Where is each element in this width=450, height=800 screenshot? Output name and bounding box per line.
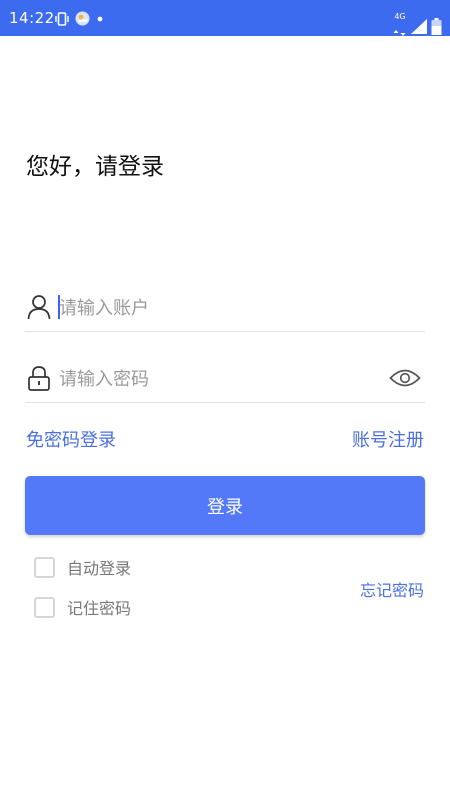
remember-password-option[interactable]: 记住密码 — [34, 595, 131, 619]
data-arrows-icon — [393, 30, 406, 36]
forgot-password-link[interactable]: 忘记密码 — [360, 577, 424, 601]
remember-password-label: 记住密码 — [67, 599, 132, 618]
weather-icon — [75, 11, 90, 26]
password-input[interactable] — [59, 355, 379, 403]
status-bar: 14:22 4G — [0, 0, 450, 36]
login-button[interactable]: 登录 — [25, 476, 425, 535]
lock-icon — [28, 366, 50, 391]
battery-icon — [431, 17, 442, 35]
no-password-login-link[interactable]: 免密码登录 — [26, 426, 116, 452]
signal-icon — [411, 18, 427, 34]
network-indicator: 4G — [393, 12, 407, 40]
register-link[interactable]: 账号注册 — [352, 426, 424, 452]
auto-login-label: 自动登录 — [67, 559, 132, 578]
account-field — [25, 284, 425, 332]
page-title: 您好，请登录 — [26, 154, 164, 180]
account-input[interactable] — [59, 284, 379, 332]
user-icon — [27, 295, 51, 320]
network-label: 4G — [394, 12, 406, 21]
eye-icon[interactable] — [389, 367, 421, 389]
dot-icon — [97, 16, 103, 21]
vibrate-icon — [55, 11, 69, 26]
auto-login-checkbox[interactable] — [34, 556, 55, 578]
status-time: 14:22 — [9, 9, 55, 27]
remember-password-checkbox[interactable] — [34, 596, 55, 618]
auto-login-option[interactable]: 自动登录 — [34, 555, 131, 579]
password-field — [25, 355, 425, 403]
